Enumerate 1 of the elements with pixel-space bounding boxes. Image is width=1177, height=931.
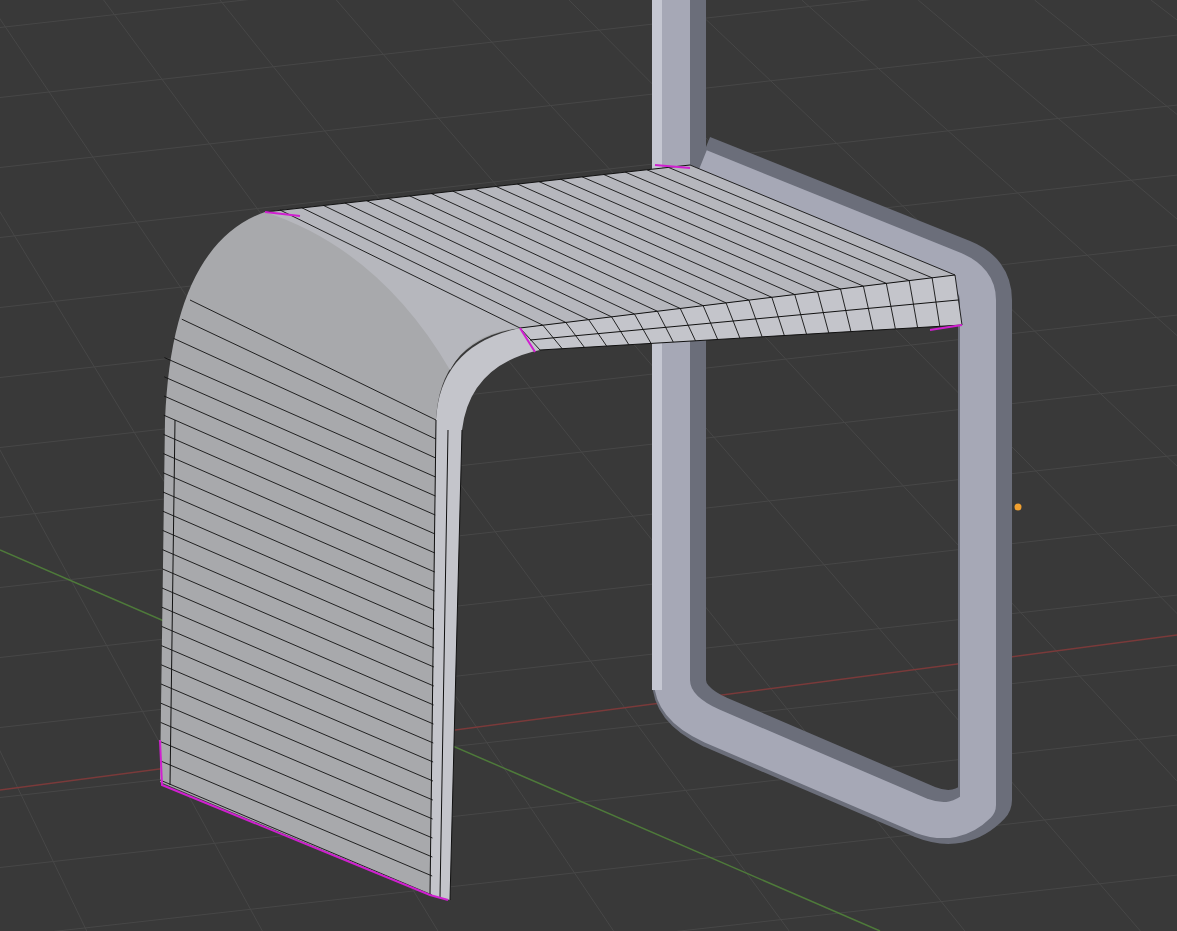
origin-dot xyxy=(1014,503,1022,511)
